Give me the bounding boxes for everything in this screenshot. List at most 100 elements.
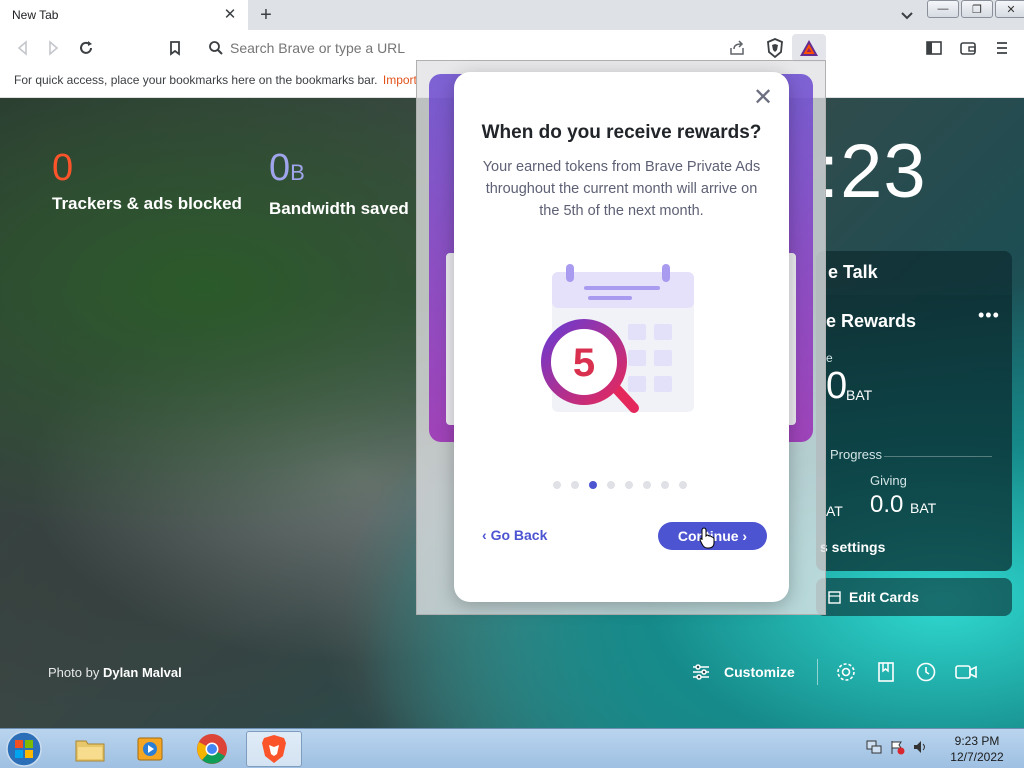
chrome-icon <box>197 734 227 764</box>
taskbar-chrome[interactable] <box>184 731 240 767</box>
balance-value: 0 <box>826 365 848 407</box>
bat-triangle-icon <box>800 40 818 56</box>
photo-credit[interactable]: Photo by Dylan Malval <box>48 665 182 680</box>
windows-start-icon[interactable] <box>4 730 44 768</box>
bookmarks-hint: For quick access, place your bookmarks h… <box>14 73 378 87</box>
minimize-button[interactable]: — <box>927 0 959 18</box>
step-dot[interactable] <box>607 481 615 489</box>
bandwidth-stat: 0B Bandwidth saved <box>269 148 409 219</box>
bandwidth-label: Bandwidth saved <box>269 199 409 218</box>
dialog-body-text: Your earned tokens from Brave Private Ad… <box>482 159 761 219</box>
rewards-onboarding-dialog: ✕ When do you receive rewards? Your earn… <box>454 72 789 602</box>
system-clock[interactable]: 9:23 PM 12/7/2022 <box>940 733 1014 765</box>
giving-label: Giving <box>870 473 907 488</box>
calendar-magnifier-icon: 5 <box>541 264 694 413</box>
bandwidth-unit: B <box>290 160 305 185</box>
chevron-down-icon[interactable] <box>898 7 916 25</box>
progress-label: Progress <box>830 447 883 462</box>
step-dot[interactable] <box>643 481 651 489</box>
back-icon[interactable] <box>14 39 32 57</box>
media-player-icon <box>137 737 163 761</box>
settings-gear-icon[interactable] <box>834 660 858 684</box>
search-input[interactable] <box>230 38 710 58</box>
brave-talk-card[interactable]: e Talk <box>816 251 1012 295</box>
step-dot[interactable] <box>625 481 633 489</box>
forward-icon[interactable] <box>44 39 62 57</box>
system-tray <box>866 739 935 755</box>
system-date: 12/7/2022 <box>950 750 1004 764</box>
taskbar-explorer[interactable] <box>62 731 118 767</box>
mouse-pointer-icon <box>699 527 715 549</box>
close-window-button[interactable]: ✕ <box>995 0 1024 18</box>
brave-rewards-button[interactable] <box>792 34 826 62</box>
rewards-card-menu[interactable]: ••• <box>978 305 1000 326</box>
photo-author: Dylan Malval <box>102 665 182 680</box>
rewards-card-title: e Rewards <box>826 311 917 331</box>
step-dot[interactable] <box>661 481 669 489</box>
rewards-settings-link[interactable]: s settings <box>820 539 885 555</box>
bandwidth-value: 0 <box>269 147 291 189</box>
step-dot[interactable] <box>553 481 561 489</box>
brave-lion-icon <box>262 735 286 763</box>
bottom-bar-divider <box>816 659 818 685</box>
dialog-heading: When do you receive rewards? <box>481 122 762 143</box>
bookmarks-icon[interactable] <box>874 660 898 684</box>
edit-cards-label: Edit Cards <box>849 589 920 605</box>
brave-talk-camera-icon[interactable] <box>954 660 978 684</box>
folder-icon <box>75 740 105 762</box>
menu-icon[interactable] <box>993 39 1011 57</box>
go-back-label: Go Back <box>490 527 548 543</box>
windows-taskbar: 9:23 PM 12/7/2022 <box>0 728 1024 768</box>
brave-rewards-card: e Rewards ••• e 0 BAT Progress AT Giving… <box>816 295 1012 571</box>
close-icon[interactable]: ✕ <box>753 86 773 110</box>
tab-strip: New Tab ✕ + — ❐ ✕ <box>0 0 1024 30</box>
tab-new-tab[interactable]: New Tab ✕ <box>0 0 248 30</box>
step-indicator <box>553 481 697 489</box>
customize-label: Customize <box>724 664 795 680</box>
new-tab-button[interactable]: + <box>256 5 276 25</box>
restore-button[interactable]: ❐ <box>961 0 993 18</box>
balance-label: e <box>826 351 833 365</box>
go-back-button[interactable]: ‹ Go Back <box>482 527 547 543</box>
network-icon[interactable] <box>866 739 882 755</box>
calendar-day-number: 5 <box>573 341 595 385</box>
taskbar-media-player[interactable] <box>122 731 178 767</box>
reload-icon[interactable] <box>77 39 95 57</box>
giving-value: 0.0 <box>870 491 904 518</box>
window-controls: — ❐ ✕ <box>927 0 1024 18</box>
history-icon[interactable] <box>914 660 938 684</box>
cards-icon <box>828 590 841 604</box>
import-bookmarks-link[interactable]: Import <box>383 73 417 87</box>
tab-title: New Tab <box>12 8 59 22</box>
brave-shields-icon[interactable] <box>764 37 786 59</box>
customize-button[interactable]: Customize <box>690 661 795 683</box>
step-dot[interactable] <box>571 481 579 489</box>
chevron-left-icon: ‹ <box>482 527 491 543</box>
share-icon[interactable] <box>728 39 746 57</box>
talk-card-title: e Talk <box>828 262 878 282</box>
photo-credit-prefix: Photo by <box>48 665 100 680</box>
step-dot[interactable] <box>679 481 687 489</box>
ntp-bottom-bar: Customize <box>690 658 994 686</box>
taskbar-brave[interactable] <box>246 731 302 767</box>
tab-close-icon[interactable]: ✕ <box>222 7 238 23</box>
balance-unit: BAT <box>846 387 873 403</box>
ads-earnings-unit: AT <box>826 503 843 519</box>
trackers-label: Trackers & ads blocked <box>52 194 242 213</box>
sidebar-icon[interactable] <box>925 39 943 57</box>
system-time: 9:23 PM <box>954 734 1000 748</box>
wallet-icon[interactable] <box>959 39 977 57</box>
bookmark-icon[interactable] <box>166 39 184 57</box>
trackers-count: 0 <box>52 147 74 189</box>
ntp-clock: :23 <box>818 129 927 214</box>
step-dot[interactable] <box>589 481 597 489</box>
address-bar[interactable] <box>198 34 754 62</box>
giving-unit: BAT <box>910 500 937 516</box>
trackers-stat: 0 Trackers & ads blocked <box>52 148 242 214</box>
edit-cards-button[interactable]: Edit Cards <box>816 578 1012 616</box>
search-icon <box>209 41 223 55</box>
progress-divider <box>884 456 992 457</box>
action-center-flag-icon[interactable] <box>889 739 905 755</box>
sliders-icon <box>693 664 709 680</box>
volume-icon[interactable] <box>912 739 928 755</box>
